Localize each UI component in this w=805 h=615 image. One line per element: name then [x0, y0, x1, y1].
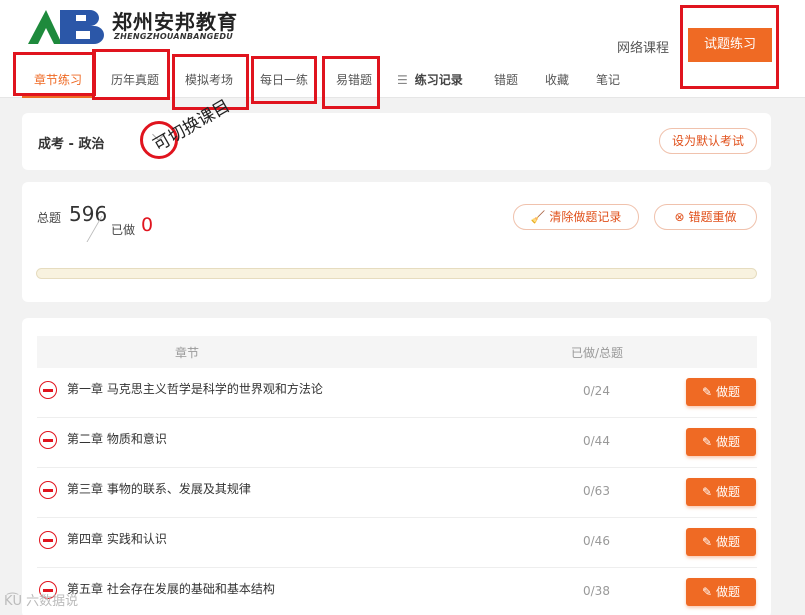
done-label: 已做 — [111, 223, 136, 237]
do-questions-label: 做题 — [716, 435, 741, 449]
do-questions-label: 做题 — [716, 585, 741, 599]
chapter-title[interactable]: 第五章 社会存在发展的基础和基本结构 — [67, 580, 275, 597]
collapse-icon[interactable] — [39, 431, 57, 449]
collapse-icon[interactable] — [39, 531, 57, 549]
col-progress: 已做/总题 — [571, 346, 624, 360]
table-row: 第四章 实践和认识 0/46 ✎ 做题 — [37, 518, 757, 568]
brand-name-en: ZHENGZHOUANBANGEDU — [114, 32, 234, 41]
do-questions-button[interactable]: ✎ 做题 — [686, 428, 756, 456]
clear-record-label: 清除做题记录 — [549, 210, 622, 224]
chapter-progress: 0/63 — [583, 484, 610, 498]
progress-bar — [36, 268, 757, 279]
pencil-icon: ✎ — [701, 435, 713, 449]
broom-icon: 🧹 — [530, 210, 546, 224]
nav-online-course[interactable]: 网络课程 — [617, 37, 669, 56]
table-row: 第三章 事物的联系、发展及其规律 0/63 ✎ 做题 — [37, 468, 757, 518]
pencil-icon: ✎ — [701, 385, 713, 399]
chapter-progress: 0/46 — [583, 534, 610, 548]
pencil-icon: ✎ — [701, 485, 713, 499]
pencil-icon: ✎ — [701, 535, 713, 549]
tab-bar: 章节练习 历年真题 模拟考场 每日一练 易错题 ☰ 练习记录 错题 收藏 笔记 — [0, 62, 805, 98]
done-count: 0 — [141, 214, 154, 236]
do-questions-button[interactable]: ✎ 做题 — [686, 478, 756, 506]
clear-record-button[interactable]: 🧹 清除做题记录 — [513, 204, 639, 230]
table-row: 第一章 马克思主义哲学是科学的世界观和方法论 0/24 ✎ 做题 — [37, 368, 757, 418]
total-label: 总题 — [37, 211, 62, 225]
tab-error-prone[interactable]: 易错题 — [336, 62, 372, 98]
do-questions-label: 做题 — [716, 485, 741, 499]
redo-wrong-button[interactable]: ⊗ 错题重做 — [654, 204, 757, 230]
brand-name: 郑州安邦教育 — [112, 10, 238, 34]
table-row: 第二章 物质和意识 0/44 ✎ 做题 — [37, 418, 757, 468]
chapter-title[interactable]: 第三章 事物的联系、发展及其规律 — [67, 480, 251, 497]
do-questions-button[interactable]: ✎ 做题 — [686, 378, 756, 406]
do-questions-button[interactable]: ✎ 做题 — [686, 578, 756, 606]
chapter-progress: 0/24 — [583, 384, 610, 398]
watermark: K͡U 六数据说 — [4, 594, 79, 609]
tab-daily-practice[interactable]: 每日一练 — [260, 62, 308, 98]
chapter-progress: 0/44 — [583, 434, 610, 448]
tab-past-exams[interactable]: 历年真题 — [111, 62, 159, 98]
do-questions-button[interactable]: ✎ 做题 — [686, 528, 756, 556]
tab-chapter-practice[interactable]: 章节练习 — [22, 62, 95, 98]
set-default-exam-button[interactable]: 设为默认考试 — [659, 128, 757, 154]
logo-icon[interactable] — [26, 6, 112, 46]
table-row: 第五章 社会存在发展的基础和基本结构 0/38 ✎ 做题 — [37, 568, 757, 615]
table-header: 章节 已做/总题 — [37, 336, 757, 368]
list-icon: ☰ — [397, 73, 408, 87]
subject-label: 成考 - 政治 — [38, 137, 105, 152]
tab-practice-record[interactable]: ☰ 练习记录 — [397, 62, 463, 98]
chapter-card: 章节 已做/总题 第一章 马克思主义哲学是科学的世界观和方法论 0/24 ✎ 做题 第二… — [22, 318, 771, 615]
close-circle-icon: ⊗ — [674, 210, 685, 224]
stats-card: 总题 596 已做 0 🧹 清除做题记录 ⊗ 错题重做 — [22, 182, 771, 302]
do-questions-label: 做题 — [716, 535, 741, 549]
nav-question-practice[interactable]: 试题练习 — [688, 28, 772, 62]
tab-wrong-questions[interactable]: 错题 — [494, 62, 518, 98]
chapter-progress: 0/38 — [583, 584, 610, 598]
do-questions-label: 做题 — [716, 385, 741, 399]
chapter-title[interactable]: 第一章 马克思主义哲学是科学的世界观和方法论 — [67, 380, 323, 397]
subject-card: 成考 - 政治 可切换课目 设为默认考试 — [22, 96, 771, 170]
collapse-icon[interactable] — [39, 481, 57, 499]
chapter-title[interactable]: 第四章 实践和认识 — [67, 530, 167, 547]
pencil-icon: ✎ — [701, 585, 713, 599]
redo-wrong-label: 错题重做 — [688, 210, 737, 224]
tab-favorites[interactable]: 收藏 — [545, 62, 569, 98]
tab-notes[interactable]: 笔记 — [596, 62, 620, 98]
collapse-icon[interactable] — [39, 381, 57, 399]
col-chapter: 章节 — [175, 346, 200, 360]
chapter-title[interactable]: 第二章 物质和意识 — [67, 430, 167, 447]
tab-mock-exam[interactable]: 模拟考场 — [185, 62, 233, 98]
site-header: 郑州安邦教育 ZHENGZHOUANBANGEDU 网络课程 试题练习 章节练习… — [0, 0, 805, 98]
